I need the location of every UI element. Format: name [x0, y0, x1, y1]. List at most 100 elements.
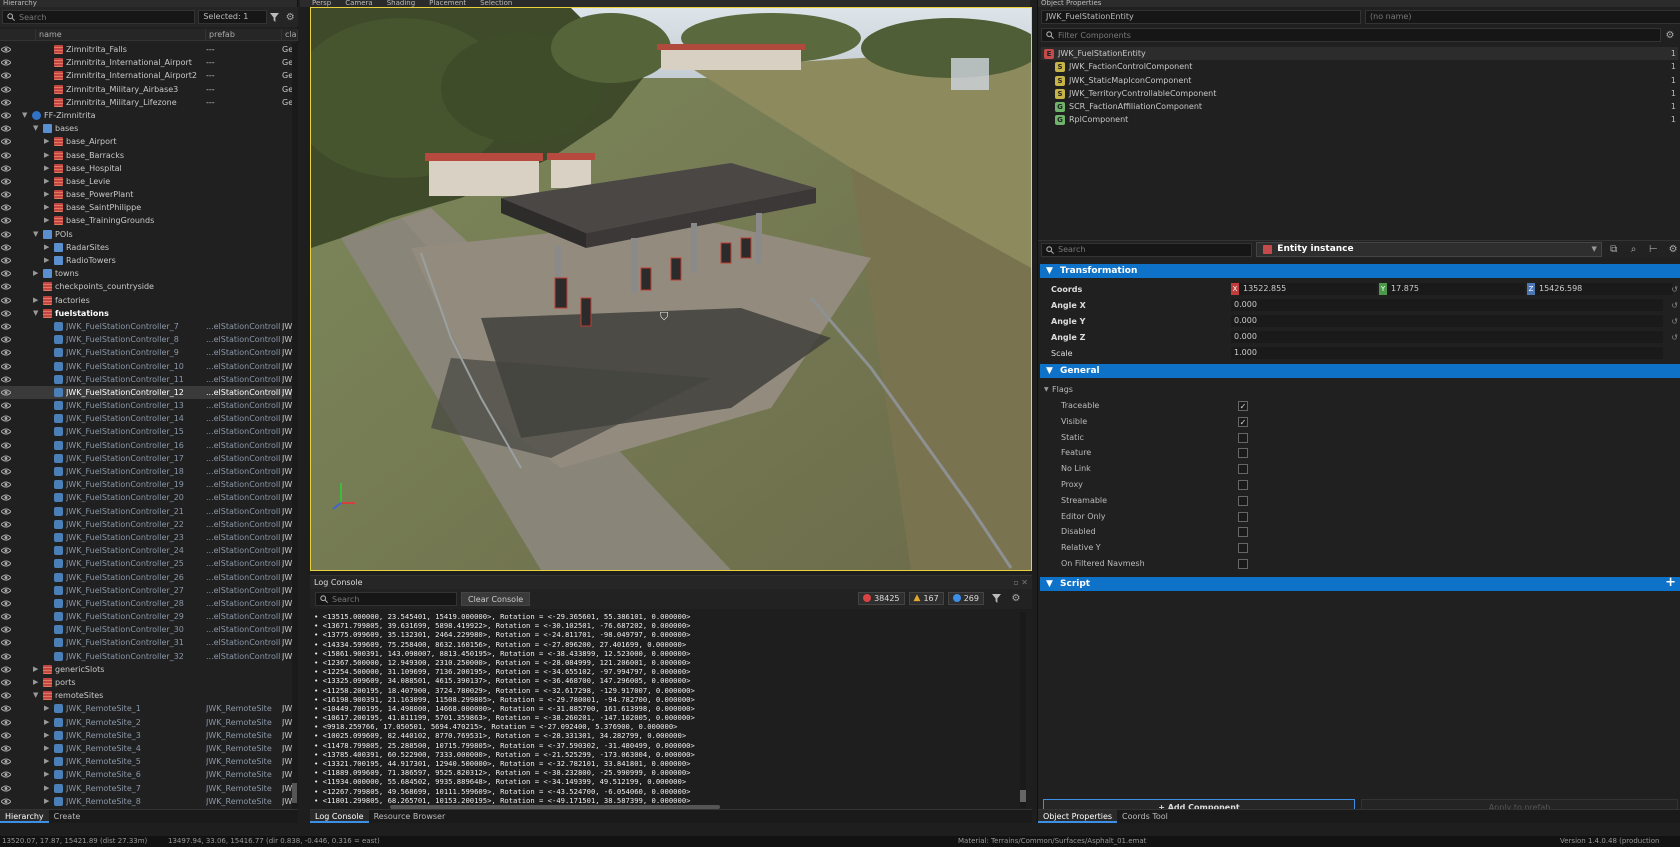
eye-icon[interactable]	[1, 454, 11, 463]
component-item[interactable]: S JWK_TerritoryControllableComponent 1	[1041, 87, 1678, 100]
open-external-icon[interactable]: ⧉	[1606, 243, 1622, 257]
eye-icon[interactable]	[1, 533, 11, 542]
hierarchy-row[interactable]: ▶ base_PowerPlant	[0, 188, 298, 201]
expand-arrow-icon[interactable]: ▶	[44, 729, 52, 742]
log-line[interactable]: • <16198.900391, 21.163099, 11508.299805…	[314, 695, 1014, 704]
eye-icon[interactable]	[1, 151, 11, 160]
hierarchy-row[interactable]: JWK_FuelStationController_14 ...elStation…	[0, 412, 298, 425]
menu-placement[interactable]: Placement	[429, 0, 466, 7]
hierarchy-row[interactable]: Zimnitrita_International_Airport2 --- Ger	[0, 69, 298, 82]
hierarchy-row[interactable]: JWK_FuelStationController_22 ...elStation…	[0, 518, 298, 531]
eye-icon[interactable]	[1, 586, 11, 595]
angle-y-field[interactable]: 0.000	[1231, 315, 1663, 327]
eye-icon[interactable]	[1, 164, 11, 173]
hierarchy-row[interactable]: JWK_FuelStationController_20 ...elStation…	[0, 491, 298, 504]
expand-arrow-icon[interactable]: ▶	[44, 135, 52, 148]
eye-icon[interactable]	[1, 493, 11, 502]
entity-name-field[interactable]: (no name)	[1365, 10, 1680, 24]
eye-icon[interactable]	[1, 652, 11, 661]
hierarchy-row[interactable]: JWK_FuelStationController_28 ...elStation…	[0, 597, 298, 610]
eye-icon[interactable]	[1, 757, 11, 766]
eye-icon[interactable]	[1, 638, 11, 647]
expand-arrow-icon[interactable]: ▶	[33, 267, 41, 280]
hierarchy-row[interactable]: JWK_FuelStationController_11 ...elStation…	[0, 373, 298, 386]
eye-icon[interactable]	[1, 599, 11, 608]
component-item[interactable]: S JWK_StaticMapIconComponent 1	[1041, 74, 1678, 87]
expand-arrow-icon[interactable]: ▶	[44, 149, 52, 162]
eye-icon[interactable]	[1, 520, 11, 529]
hierarchy-row[interactable]: ▶ JWK_RemoteSite_8 JWK_RemoteSite JWI	[0, 795, 298, 808]
filter-icon[interactable]	[988, 591, 1004, 605]
component-item[interactable]: S JWK_FactionControlComponent 1	[1041, 60, 1678, 73]
warning-filter-button[interactable]: ▲ 167	[908, 591, 944, 605]
search-icon[interactable]: ⌕	[1626, 243, 1642, 257]
expand-arrow-icon[interactable]: ▶	[33, 294, 41, 307]
eye-icon[interactable]	[1, 797, 11, 806]
hierarchy-row[interactable]: Zimnitrita_Military_Airbase3 --- Ger	[0, 83, 298, 96]
hierarchy-row[interactable]: ▼ FF-Zimnitrita	[0, 109, 298, 122]
eye-icon[interactable]	[1, 678, 11, 687]
hierarchy-row[interactable]: JWK_FuelStationController_24 ...elStation…	[0, 544, 298, 557]
coord-y-field[interactable]: Y 17.875	[1379, 283, 1525, 295]
eye-icon[interactable]	[1, 441, 11, 450]
eye-icon[interactable]	[1, 190, 11, 199]
flag-checkbox[interactable]: ✓	[1238, 416, 1248, 427]
hierarchy-row[interactable]: checkpoints_countryside	[0, 280, 298, 293]
hierarchy-row[interactable]: JWK_FuelStationController_16 ...elStation…	[0, 439, 298, 452]
hierarchy-row[interactable]: JWK_FuelStationController_10 ...elStation…	[0, 360, 298, 373]
flag-checkbox[interactable]	[1238, 543, 1248, 554]
expand-arrow-icon[interactable]: ▶	[33, 663, 41, 676]
plus-icon[interactable]: +	[1665, 576, 1676, 590]
flag-checkbox[interactable]	[1238, 495, 1248, 506]
expand-arrow-icon[interactable]: ▶	[44, 162, 52, 175]
log-line[interactable]: • <9918.259766, 17.050501, 5694.470215>,…	[314, 722, 1014, 731]
hierarchy-row[interactable]: ▶ RadioTowers	[0, 254, 298, 267]
hierarchy-row[interactable]: ▶ JWK_RemoteSite_1 JWK_RemoteSite JWI	[0, 702, 298, 715]
hierarchy-row[interactable]: JWK_FuelStationController_31 ...elStation…	[0, 636, 298, 649]
hierarchy-icon[interactable]: ⊢	[1645, 243, 1661, 257]
log-line[interactable]: • <13321.700195, 44.917301, 12940.500000…	[314, 759, 1014, 768]
col-prefab[interactable]: prefab	[206, 29, 282, 40]
hierarchy-row[interactable]: JWK_FuelStationController_27 ...elStation…	[0, 584, 298, 597]
col-name[interactable]: name	[36, 29, 206, 40]
eye-icon[interactable]	[1, 718, 11, 727]
tab-create[interactable]: Create	[49, 810, 86, 823]
entity-class-field[interactable]: JWK_FuelStationEntity	[1041, 10, 1361, 24]
eye-icon[interactable]	[1, 58, 11, 67]
flag-checkbox[interactable]	[1238, 448, 1248, 459]
hierarchy-row[interactable]: JWK_FuelStationController_13 ...elStation…	[0, 399, 298, 412]
eye-icon[interactable]	[1, 216, 11, 225]
eye-icon[interactable]	[1, 98, 11, 107]
eye-icon[interactable]	[1, 322, 11, 331]
component-item[interactable]: E JWK_FuelStationEntity 1	[1041, 47, 1678, 61]
hierarchy-row[interactable]: JWK_FuelStationController_23 ...elStation…	[0, 531, 298, 544]
hierarchy-scrollbar[interactable]	[292, 43, 298, 809]
flag-checkbox[interactable]: ✓	[1238, 401, 1248, 411]
tab-hierarchy[interactable]: Hierarchy	[0, 810, 49, 823]
eye-icon[interactable]	[1, 85, 11, 94]
eye-icon[interactable]	[1, 546, 11, 555]
gear-icon[interactable]: ⚙	[1008, 591, 1024, 605]
log-line[interactable]: • <13785.400391, 60.522900, 7333.000000>…	[314, 750, 1014, 759]
col-class[interactable]: cla	[282, 29, 298, 40]
eye-icon[interactable]	[1, 625, 11, 634]
hierarchy-row[interactable]: Zimnitrita_International_Airport --- Ger	[0, 56, 298, 69]
eye-icon[interactable]	[1, 375, 11, 384]
hierarchy-row[interactable]: JWK_FuelStationController_15 ...elStation…	[0, 425, 298, 438]
tab-log-console[interactable]: Log Console	[310, 810, 369, 823]
hierarchy-row[interactable]: ▶ base_TrainingGrounds	[0, 214, 298, 227]
hierarchy-row[interactable]: ▼ remoteSites	[0, 689, 298, 702]
hierarchy-row[interactable]: ▶ JWK_RemoteSite_3 JWK_RemoteSite JWI	[0, 729, 298, 742]
hierarchy-row[interactable]: ▶ base_Hospital	[0, 162, 298, 175]
eye-icon[interactable]	[1, 414, 11, 423]
hierarchy-row[interactable]: JWK_FuelStationController_18 ...elStation…	[0, 465, 298, 478]
reset-icon[interactable]: ↺	[1671, 282, 1678, 297]
eye-icon[interactable]	[1, 230, 11, 239]
eye-icon[interactable]	[1, 744, 11, 753]
hierarchy-row[interactable]: ▶ base_SaintPhilippe	[0, 201, 298, 214]
flag-checkbox[interactable]	[1238, 480, 1248, 490]
eye-icon[interactable]	[1, 269, 11, 278]
log-line[interactable]: • <11889.099609, 71.386597, 9525.820312>…	[314, 768, 1014, 777]
hierarchy-row[interactable]: ▶ towns	[0, 267, 298, 280]
filter-components-input[interactable]: Filter Components	[1041, 28, 1661, 42]
